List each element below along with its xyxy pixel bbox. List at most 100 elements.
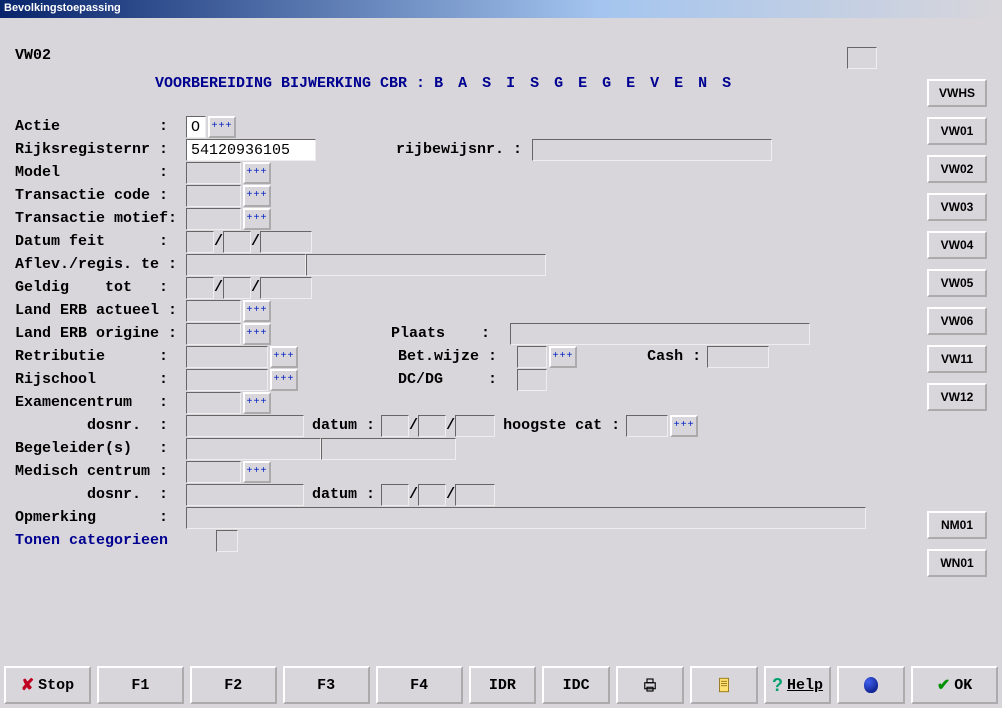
input-dosnr2[interactable] — [186, 484, 304, 506]
sep-slash-2: / — [251, 233, 260, 250]
sidebar-vw04[interactable]: VW04 — [927, 231, 987, 259]
label-geldig: Geldig tot : — [15, 279, 168, 296]
f4-button[interactable]: F4 — [376, 666, 463, 704]
screen-code: VW02 — [15, 47, 51, 64]
input-erbor[interactable] — [186, 323, 241, 345]
label-begeleiders: Begeleider(s) : — [15, 440, 168, 457]
input-erbact[interactable] — [186, 300, 241, 322]
input-plaats[interactable] — [510, 323, 810, 345]
input-rrn[interactable]: 54120936105 — [186, 139, 316, 161]
lookup-tmotief[interactable]: +++ — [243, 208, 271, 230]
lookup-erbact[interactable]: +++ — [243, 300, 271, 322]
label-examen: Examencentrum : — [15, 394, 168, 411]
input-geldig-d[interactable] — [186, 277, 214, 299]
input-geldig-y[interactable] — [260, 277, 312, 299]
lookup-medisch[interactable]: +++ — [243, 461, 271, 483]
label-dcdg: DC/DG : — [398, 371, 497, 388]
lookup-model[interactable]: +++ — [243, 162, 271, 184]
idc-button[interactable]: IDC — [542, 666, 610, 704]
input-begel-2[interactable] — [321, 438, 456, 460]
label-rrn: Rijksregisternr : — [15, 141, 168, 158]
label-plaats: Plaats : — [391, 325, 490, 342]
input-model[interactable] — [186, 162, 241, 184]
input-betwijze[interactable] — [517, 346, 547, 368]
input-tonen[interactable] — [216, 530, 238, 552]
help-button[interactable]: ? Help — [764, 666, 832, 704]
label-tcode: Transactie code : — [15, 187, 168, 204]
input-cash[interactable] — [707, 346, 769, 368]
input-datum1-d[interactable] — [381, 415, 409, 437]
input-retrib[interactable] — [186, 346, 268, 368]
idr-button[interactable]: IDR — [469, 666, 537, 704]
input-hoogstecat[interactable] — [626, 415, 668, 437]
lookup-actie[interactable]: +++ — [208, 116, 236, 138]
row-dosnr1: dosnr. : datum : / / hoogste cat : +++ — [15, 414, 698, 437]
lookup-tcode[interactable]: +++ — [243, 185, 271, 207]
input-datum1-y[interactable] — [455, 415, 495, 437]
page-heading: VOORBEREIDING BIJWERKING CBR : B A S I S… — [155, 75, 734, 92]
help-label: Help — [787, 677, 823, 694]
input-dosnr1[interactable] — [186, 415, 304, 437]
input-actie[interactable]: O — [186, 116, 206, 138]
ok-button[interactable]: ✔ OK — [911, 666, 998, 704]
row-examen: Examencentrum : +++ — [15, 391, 271, 414]
input-examen[interactable] — [186, 392, 241, 414]
sidebar-vw12[interactable]: VW12 — [927, 383, 987, 411]
label-hoogstecat: hoogste cat : — [503, 417, 620, 434]
input-begel-1[interactable] — [186, 438, 321, 460]
label-tonen-categorieen[interactable]: Tonen categorieen — [15, 532, 168, 549]
document-icon — [715, 676, 733, 694]
lookup-rijschool[interactable]: +++ — [270, 369, 298, 391]
stop-label: Stop — [38, 677, 74, 694]
document-button[interactable] — [690, 666, 758, 704]
row-actie: Actie : O +++ — [15, 115, 236, 138]
input-datum2-m[interactable] — [418, 484, 446, 506]
lookup-hoogstecat[interactable]: +++ — [670, 415, 698, 437]
label-dosnr1: dosnr. : — [15, 417, 168, 434]
f1-button[interactable]: F1 — [97, 666, 184, 704]
stop-button[interactable]: ✘ Stop — [4, 666, 91, 704]
input-datumfeit-d[interactable] — [186, 231, 214, 253]
input-geldig-m[interactable] — [223, 277, 251, 299]
input-datumfeit-y[interactable] — [260, 231, 312, 253]
print-button[interactable] — [616, 666, 684, 704]
question-icon: ? — [772, 675, 783, 696]
label-rijschool: Rijschool : — [15, 371, 168, 388]
row-dosnr2: dosnr. : datum : / / — [15, 483, 495, 506]
row-erbact: Land ERB actueel : +++ — [15, 299, 271, 322]
sidebar-vw03[interactable]: VW03 — [927, 193, 987, 221]
input-aflev-code[interactable] — [186, 254, 306, 276]
sidebar-vw06[interactable]: VW06 — [927, 307, 987, 335]
row-geldig: Geldig tot : / / — [15, 276, 312, 299]
input-datumfeit-m[interactable] — [223, 231, 251, 253]
input-datum2-d[interactable] — [381, 484, 409, 506]
input-aflev-name[interactable] — [306, 254, 546, 276]
lookup-betwijze[interactable]: +++ — [549, 346, 577, 368]
row-tmotief: Transactie motief: +++ — [15, 207, 271, 230]
label-aflev: Aflev./regis. te : — [15, 256, 177, 273]
input-dcdg[interactable] — [517, 369, 547, 391]
input-rbn[interactable] — [532, 139, 772, 161]
shield-button[interactable] — [837, 666, 905, 704]
top-right-field[interactable] — [847, 47, 877, 69]
lookup-erbor[interactable]: +++ — [243, 323, 271, 345]
lookup-examen[interactable]: +++ — [243, 392, 271, 414]
sidebar-vw05[interactable]: VW05 — [927, 269, 987, 297]
f3-button[interactable]: F3 — [283, 666, 370, 704]
sidebar-vwhs[interactable]: VWHS — [927, 79, 987, 107]
sidebar-vw11[interactable]: VW11 — [927, 345, 987, 373]
input-datum2-y[interactable] — [455, 484, 495, 506]
input-datum1-m[interactable] — [418, 415, 446, 437]
input-opmerking[interactable] — [186, 507, 866, 529]
f2-button[interactable]: F2 — [190, 666, 277, 704]
sidebar-vw02[interactable]: VW02 — [927, 155, 987, 183]
sidebar-nm01[interactable]: NM01 — [927, 511, 987, 539]
input-tmotief[interactable] — [186, 208, 241, 230]
lookup-retrib[interactable]: +++ — [270, 346, 298, 368]
input-rijschool[interactable] — [186, 369, 268, 391]
label-rbn: rijbewijsnr. : — [396, 141, 522, 158]
input-tcode[interactable] — [186, 185, 241, 207]
sidebar-vw01[interactable]: VW01 — [927, 117, 987, 145]
input-medisch[interactable] — [186, 461, 241, 483]
sidebar-wn01[interactable]: WN01 — [927, 549, 987, 577]
